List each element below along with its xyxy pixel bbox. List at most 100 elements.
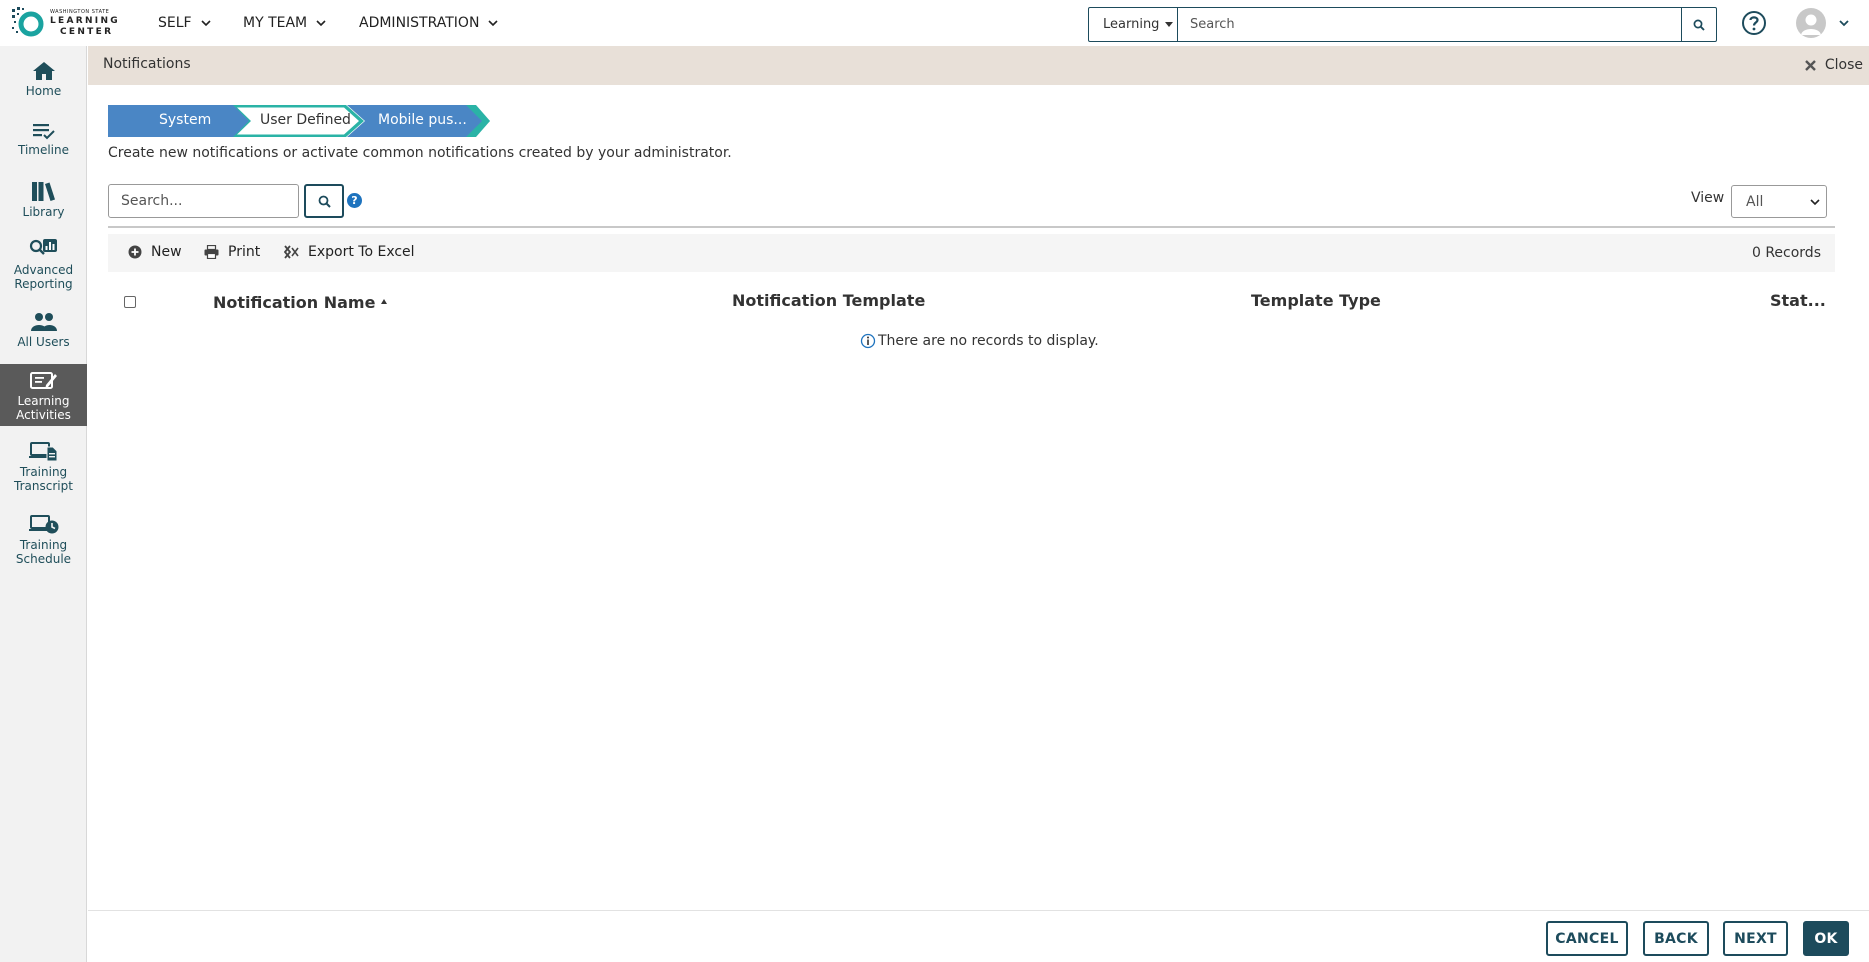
- nav-my-team-label: MY TEAM: [243, 15, 308, 31]
- sidebar-item-training-transcript[interactable]: Training Transcript: [0, 442, 87, 493]
- timeline-icon: [32, 124, 55, 140]
- view-select-value: All: [1746, 193, 1764, 210]
- sidebar-item-label: Advanced: [13, 263, 74, 277]
- nav-my-team[interactable]: MY TEAM: [243, 0, 326, 46]
- excel-icon: [284, 245, 299, 259]
- divider: [108, 226, 1835, 228]
- logo[interactable]: WASHINGTON STATE LEARNING CENTER: [10, 5, 128, 41]
- grid-search-input[interactable]: [108, 184, 299, 218]
- info-icon: [860, 333, 876, 349]
- sidebar-item-advanced-reporting[interactable]: Advanced Reporting: [0, 238, 87, 291]
- new-button[interactable]: New: [128, 244, 182, 260]
- view-label: View: [1691, 190, 1725, 206]
- logo-line1: WASHINGTON STATE: [50, 8, 110, 15]
- sidebar-item-label-2: Activities: [16, 408, 71, 422]
- sidebar-item-label: Training: [19, 538, 68, 552]
- reporting-icon: [29, 239, 57, 255]
- nav-administration[interactable]: ADMINISTRATION: [359, 0, 499, 46]
- printer-icon: [204, 245, 219, 259]
- grid-toolbar: New Print Export To Excel 0 Records: [108, 234, 1835, 272]
- library-books-icon: [31, 182, 55, 201]
- chevron-down-icon: [316, 20, 326, 27]
- search-icon: [1693, 19, 1705, 31]
- nav-self[interactable]: SELF: [158, 0, 211, 46]
- schedule-clock-icon: [28, 515, 58, 534]
- chevron-down-icon: [201, 20, 211, 27]
- next-button[interactable]: NEXT: [1723, 921, 1788, 956]
- logo-line3: CENTER: [60, 26, 114, 37]
- sidebar-item-label: Learning: [17, 394, 70, 408]
- global-search-button[interactable]: [1681, 8, 1716, 41]
- chevron-down-icon[interactable]: [1838, 17, 1850, 29]
- column-template-type[interactable]: Template Type: [1251, 291, 1381, 310]
- cancel-button[interactable]: CANCEL: [1546, 921, 1628, 956]
- print-button[interactable]: Print: [204, 244, 260, 260]
- sidebar-item-home[interactable]: Home: [0, 61, 87, 98]
- sidebar-item-label: Home: [25, 84, 62, 98]
- logo-mark-icon: [12, 7, 44, 37]
- step-system[interactable]: System: [159, 112, 211, 128]
- export-label: Export To Excel: [308, 244, 415, 260]
- users-icon: [30, 313, 57, 331]
- chevron-down-icon: [488, 20, 499, 27]
- sidebar-item-learning-activities[interactable]: Learning Activities: [0, 364, 87, 426]
- nav-administration-label: ADMINISTRATION: [359, 15, 480, 31]
- sidebar-item-label-2: Schedule: [15, 552, 72, 566]
- footer-divider: [88, 910, 1869, 911]
- column-notification-template[interactable]: Notification Template: [732, 291, 925, 310]
- help-icon[interactable]: ?: [347, 193, 362, 208]
- sidebar-item-label: Library: [22, 205, 65, 219]
- sidebar-item-library[interactable]: Library: [0, 180, 87, 219]
- sidebar-item-training-schedule[interactable]: Training Schedule: [0, 515, 87, 566]
- chevron-down-icon: [1810, 199, 1820, 206]
- column-label: Notification Name: [213, 293, 376, 312]
- sidebar-item-label: Training: [19, 465, 68, 479]
- new-label: New: [151, 244, 182, 260]
- empty-message-text: There are no records to display.: [878, 333, 1099, 349]
- select-all-checkbox[interactable]: [124, 296, 136, 308]
- global-search: Learning: [1088, 7, 1717, 42]
- search-icon: [318, 195, 331, 208]
- global-search-input[interactable]: [1178, 8, 1681, 41]
- sort-ascending-icon: [381, 299, 388, 304]
- caret-down-icon: [1165, 22, 1174, 27]
- ok-button[interactable]: OK: [1803, 921, 1849, 956]
- view-select[interactable]: All: [1731, 185, 1827, 218]
- help-icon[interactable]: [1741, 10, 1767, 36]
- home-icon: [32, 62, 55, 80]
- left-sidebar: Home Timeline Library Advanced Reporting…: [0, 46, 87, 962]
- nav-self-label: SELF: [158, 15, 192, 31]
- step-user-defined[interactable]: User Defined: [260, 112, 351, 128]
- print-label: Print: [228, 244, 261, 260]
- grid-search-button[interactable]: [304, 184, 344, 218]
- logo-line2: LEARNING: [50, 15, 120, 26]
- sidebar-item-label-2: Reporting: [14, 277, 73, 291]
- column-notification-name[interactable]: Notification Name: [213, 293, 388, 312]
- user-avatar-icon: [1801, 14, 1821, 35]
- logo-text: WASHINGTON STATE LEARNING CENTER: [50, 8, 120, 37]
- wizard-steps: System User Defined Mobile pus...: [108, 105, 498, 137]
- plus-circle-icon: [128, 245, 142, 259]
- back-button[interactable]: BACK: [1643, 921, 1709, 956]
- close-icon: [1805, 59, 1816, 71]
- page-title: Notifications: [103, 56, 191, 72]
- avatar[interactable]: [1796, 8, 1826, 38]
- edit-list-icon: [29, 372, 57, 389]
- empty-message: There are no records to display.: [860, 333, 1099, 349]
- page-description: Create new notifications or activate com…: [108, 145, 732, 161]
- search-scope-label: Learning: [1103, 17, 1160, 32]
- sidebar-item-label: All Users: [17, 335, 70, 349]
- page-header: Notifications Close: [88, 46, 1869, 85]
- sidebar-item-all-users[interactable]: All Users: [0, 312, 87, 349]
- step-mobile-push[interactable]: Mobile pus...: [378, 112, 467, 128]
- close-label: Close: [1824, 57, 1863, 73]
- close-button[interactable]: Close: [1804, 57, 1863, 73]
- export-excel-button[interactable]: Export To Excel: [284, 244, 415, 260]
- sidebar-item-label-2: Transcript: [14, 479, 73, 493]
- search-scope-dropdown[interactable]: Learning: [1089, 8, 1178, 41]
- transcript-icon: [28, 442, 57, 462]
- column-status[interactable]: Stat...: [1770, 291, 1826, 310]
- sidebar-item-timeline[interactable]: Timeline: [0, 122, 87, 157]
- top-bar: WASHINGTON STATE LEARNING CENTER SELF MY…: [0, 0, 1869, 46]
- records-count: 0 Records: [1751, 245, 1821, 261]
